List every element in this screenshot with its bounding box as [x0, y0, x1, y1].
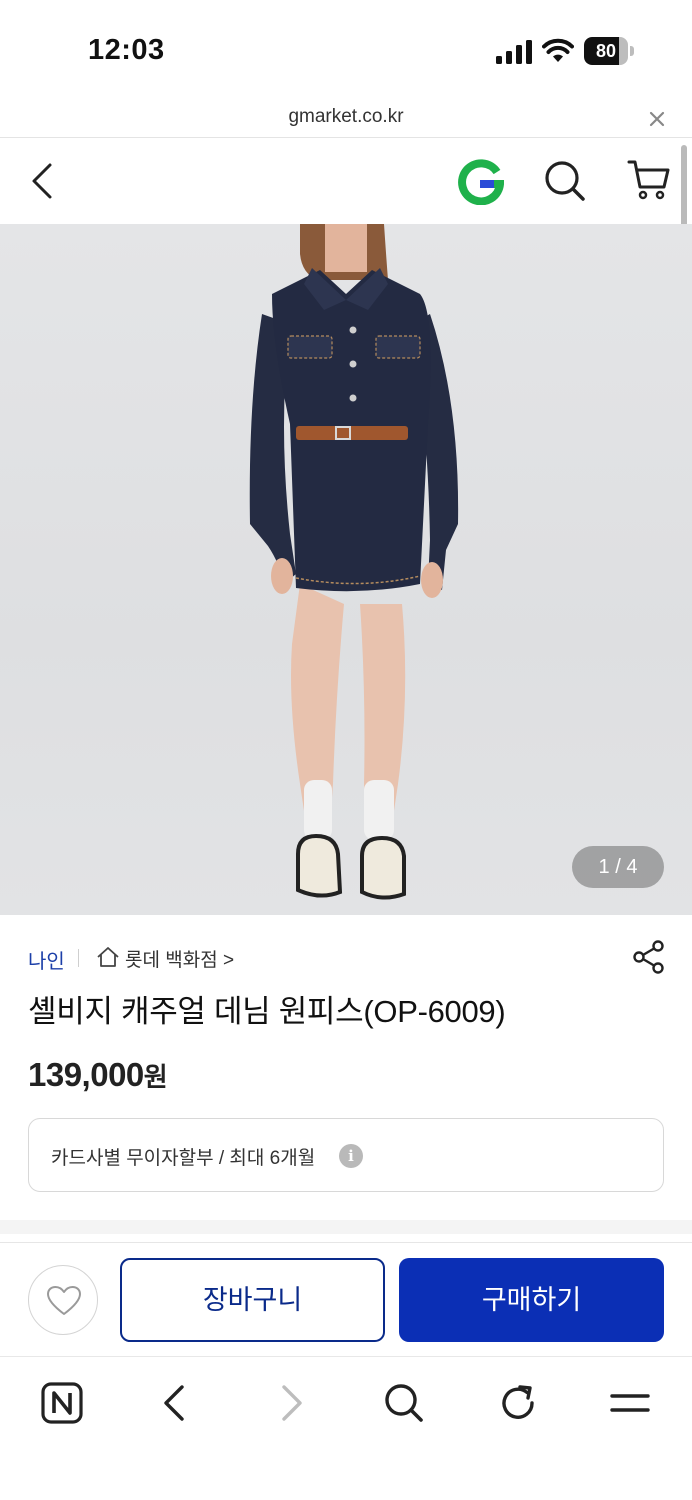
menu-icon[interactable] — [606, 1379, 654, 1427]
browser-back-icon[interactable] — [152, 1379, 200, 1427]
battery-indicator: 80 — [584, 37, 634, 65]
status-bar: 12:03 80 — [0, 0, 692, 100]
product-photo — [249, 224, 459, 900]
price-unit: 원 — [143, 1062, 168, 1092]
home-icon[interactable] — [96, 946, 120, 968]
add-to-cart-button[interactable]: 장바구니 — [120, 1258, 385, 1342]
cart-icon[interactable] — [626, 157, 672, 203]
store-link[interactable]: 롯데 백화점 > — [125, 945, 234, 972]
price: 139,000원 — [28, 1056, 168, 1094]
status-time: 12:03 — [88, 34, 165, 66]
app-header — [0, 139, 692, 223]
buy-now-button[interactable]: 구매하기 — [399, 1258, 664, 1342]
naver-home-icon[interactable] — [38, 1379, 86, 1427]
info-icon[interactable]: i — [339, 1144, 363, 1168]
purchase-bar: 장바구니 구매하기 — [0, 1242, 692, 1356]
installment-info[interactable]: 카드사별 무이자할부 / 최대 6개월 i — [28, 1118, 664, 1192]
browser-toolbar — [0, 1356, 692, 1500]
product-title: 셸비지 캐주얼 데님 원피스(OP-6009) — [28, 994, 506, 1029]
search-icon[interactable] — [543, 159, 587, 203]
browser-url-bar[interactable]: gmarket.co.kr — [0, 100, 692, 138]
image-counter: 1 / 4 — [572, 846, 664, 888]
gmarket-logo[interactable] — [458, 159, 504, 205]
url-text[interactable]: gmarket.co.kr — [0, 106, 692, 128]
price-amount: 139,000 — [28, 1056, 144, 1093]
browser-search-icon[interactable] — [380, 1379, 428, 1427]
product-image-carousel[interactable]: 1 / 4 — [0, 224, 692, 915]
chevron-right-icon: > — [222, 950, 235, 971]
battery-level: 80 — [595, 41, 617, 61]
brand-link[interactable]: 나인 — [28, 945, 65, 974]
wishlist-button[interactable] — [28, 1265, 98, 1335]
section-divider — [0, 1220, 692, 1234]
refresh-icon[interactable] — [494, 1379, 542, 1427]
browser-forward-icon[interactable] — [266, 1379, 314, 1427]
brand-row: 나인 롯데 백화점 > — [28, 940, 668, 974]
signal-icon — [496, 40, 532, 64]
share-icon[interactable] — [632, 939, 666, 975]
heart-icon — [47, 1286, 81, 1315]
wifi-icon — [542, 38, 574, 62]
chevron-left-icon[interactable] — [26, 159, 60, 203]
close-icon[interactable] — [646, 108, 668, 130]
installment-text: 카드사별 무이자할부 / 최대 6개월 — [51, 1148, 316, 1169]
divider — [78, 949, 79, 967]
store-name: 롯데 백화점 — [125, 950, 218, 971]
